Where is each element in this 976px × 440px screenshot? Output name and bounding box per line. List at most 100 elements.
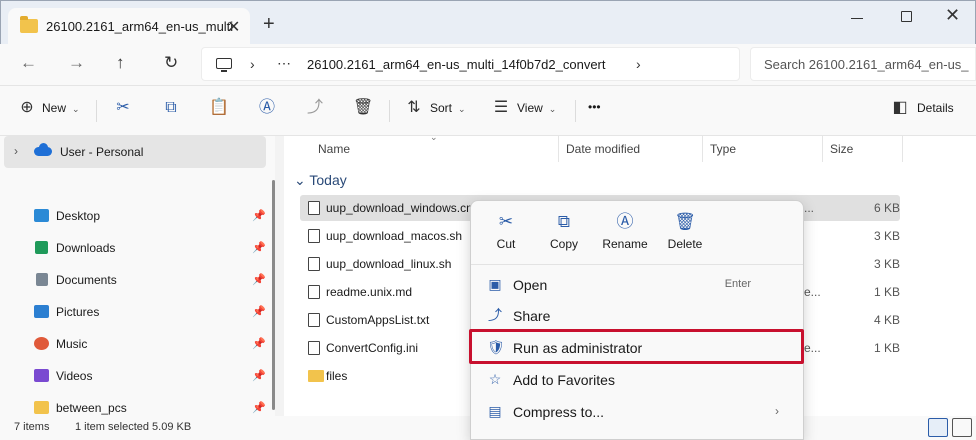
rename-icon: Ⓐ: [616, 212, 634, 231]
menu-item-label: Open: [513, 277, 548, 293]
rename-icon[interactable]: Ⓐ: [257, 98, 277, 118]
menu-item-open[interactable]: ▣ Open Enter: [479, 269, 797, 299]
sidebar-item-label: Documents: [56, 273, 117, 287]
script-file-icon: [308, 201, 320, 215]
sidebar-item-pictures[interactable]: Pictures 📌: [34, 300, 266, 326]
folder-tab[interactable]: 26100.2161_arm64_en-us_multi ✕: [8, 8, 250, 45]
folder-icon: [20, 16, 38, 33]
pictures-icon: [34, 305, 49, 318]
column-header-date-modified[interactable]: Date modified: [566, 142, 640, 156]
sidebar-item-documents[interactable]: Documents 📌: [34, 268, 266, 294]
breadcrumb-current-folder[interactable]: 26100.2161_arm64_en-us_multi_14f0b7d2_co…: [307, 57, 606, 72]
chevron-down-icon: ⌄: [548, 104, 557, 114]
item-count: 7 items: [14, 421, 50, 433]
highlight-box: [469, 329, 804, 364]
cut-button[interactable]: ✂ Cut: [476, 211, 536, 261]
up-button[interactable]: ↑: [116, 53, 125, 73]
view-label: View: [517, 101, 543, 115]
tiles-view-button[interactable]: [952, 418, 972, 437]
column-divider[interactable]: [558, 136, 559, 162]
navigation-scrollbar[interactable]: [272, 180, 275, 410]
sort-icon[interactable]: ⇅: [404, 98, 424, 118]
sidebar-item-music[interactable]: Music 📌: [34, 332, 266, 358]
this-pc-icon[interactable]: [216, 58, 232, 72]
share-icon: ⤴: [488, 307, 502, 323]
menu-item-compress-to[interactable]: ▤ Compress to... ›: [479, 396, 797, 426]
rename-button[interactable]: Ⓐ Rename: [595, 211, 655, 261]
breadcrumb-overflow[interactable]: ⋯: [277, 55, 291, 72]
selection-info: 1 item selected 5.09 KB: [75, 421, 192, 433]
breadcrumb-separator[interactable]: ›: [250, 56, 255, 72]
forward-button[interactable]: →: [68, 53, 85, 73]
details-view-button[interactable]: [928, 418, 948, 437]
group-header-today[interactable]: ⌄ Today: [294, 172, 347, 189]
minimize-button[interactable]: [851, 11, 865, 25]
sort-indicator-icon: ⌄: [430, 132, 438, 142]
menu-item-share[interactable]: ⤴ Share: [479, 300, 797, 330]
tab-title: 26100.2161_arm64_en-us_multi: [46, 19, 234, 34]
column-divider[interactable]: [902, 136, 903, 162]
cut-icon[interactable]: ✂: [113, 98, 133, 118]
zip-icon: ▤: [488, 403, 502, 419]
onedrive-cloud-icon: [34, 143, 52, 156]
view-icon[interactable]: ☰: [491, 98, 511, 118]
sidebar-item-downloads[interactable]: Downloads 📌: [34, 236, 266, 262]
column-header-type[interactable]: Type: [710, 142, 736, 156]
view-button[interactable]: View ⌄: [517, 101, 556, 115]
new-tab-button[interactable]: +: [263, 13, 275, 36]
share-icon[interactable]: ⤴: [305, 98, 325, 118]
file-type: e...: [804, 285, 821, 299]
menu-item-add-to-favorites[interactable]: ☆ Add to Favorites: [479, 364, 797, 394]
column-header-size[interactable]: Size: [830, 142, 853, 156]
shortcut-hint: Enter: [724, 278, 751, 290]
sort-button[interactable]: Sort ⌄: [430, 101, 466, 115]
new-button[interactable]: New ⌄: [42, 101, 80, 115]
rename-label: Rename: [602, 237, 648, 251]
paste-icon[interactable]: 📋: [209, 98, 229, 118]
breadcrumb-separator[interactable]: ›: [636, 56, 641, 72]
sidebar-item-desktop[interactable]: Desktop 📌: [34, 204, 266, 230]
menu-item-label: Compress to...: [513, 404, 605, 420]
chevron-right-icon[interactable]: ›: [14, 144, 18, 158]
script-file-icon: [308, 229, 320, 243]
tab-close-icon[interactable]: ✕: [227, 17, 240, 37]
refresh-button[interactable]: ↻: [164, 53, 178, 73]
more-options-button[interactable]: •••: [588, 100, 601, 114]
copy-icon[interactable]: ⧉: [161, 98, 181, 118]
context-menu: ✂ Cut ⧉ Copy Ⓐ Rename 🗑 Delete ▣ Open En…: [470, 200, 804, 440]
pin-icon: 📌: [252, 242, 266, 254]
cut-icon: ✂: [498, 212, 514, 231]
delete-icon[interactable]: 🗑: [353, 98, 373, 118]
sidebar-item-label: Pictures: [56, 305, 100, 319]
sidebar-item-label: between_pcs: [56, 401, 127, 415]
music-icon: [34, 337, 49, 350]
menu-separator: [471, 264, 803, 265]
details-button[interactable]: Details: [917, 101, 954, 115]
delete-button[interactable]: 🗑 Delete: [655, 211, 715, 261]
copy-button[interactable]: ⧉ Copy: [534, 211, 594, 261]
sidebar-item-label: Music: [56, 337, 88, 351]
menu-item-label: Share: [513, 308, 551, 324]
script-file-icon: [308, 257, 320, 271]
copy-label: Copy: [549, 237, 578, 251]
column-header-name[interactable]: Name: [318, 142, 350, 156]
details-icon[interactable]: ◧: [890, 98, 910, 118]
new-icon[interactable]: ⊕: [17, 98, 37, 118]
column-divider[interactable]: [702, 136, 703, 162]
back-button[interactable]: ←: [20, 53, 37, 73]
pin-icon: 📌: [252, 274, 266, 286]
pin-icon: 📌: [252, 402, 266, 414]
pin-icon: 📌: [252, 306, 266, 318]
sidebar-item-user-personal[interactable]: › User - Personal: [4, 136, 266, 168]
sort-label: Sort: [430, 101, 453, 115]
maximize-button[interactable]: [901, 11, 912, 22]
search-box[interactable]: Search 26100.2161_arm64_en-us_: [750, 47, 976, 81]
sidebar-item-videos[interactable]: Videos 📌: [34, 364, 266, 390]
folder-icon: [308, 370, 324, 382]
file-type: e...: [804, 341, 821, 355]
address-bar[interactable]: › ⋯ 26100.2161_arm64_en-us_multi_14f0b7d…: [201, 47, 740, 81]
close-window-button[interactable]: ✕: [945, 5, 960, 26]
column-divider[interactable]: [822, 136, 823, 162]
videos-icon: [34, 369, 49, 382]
title-bar: 26100.2161_arm64_en-us_multi ✕ + ✕: [0, 0, 976, 45]
